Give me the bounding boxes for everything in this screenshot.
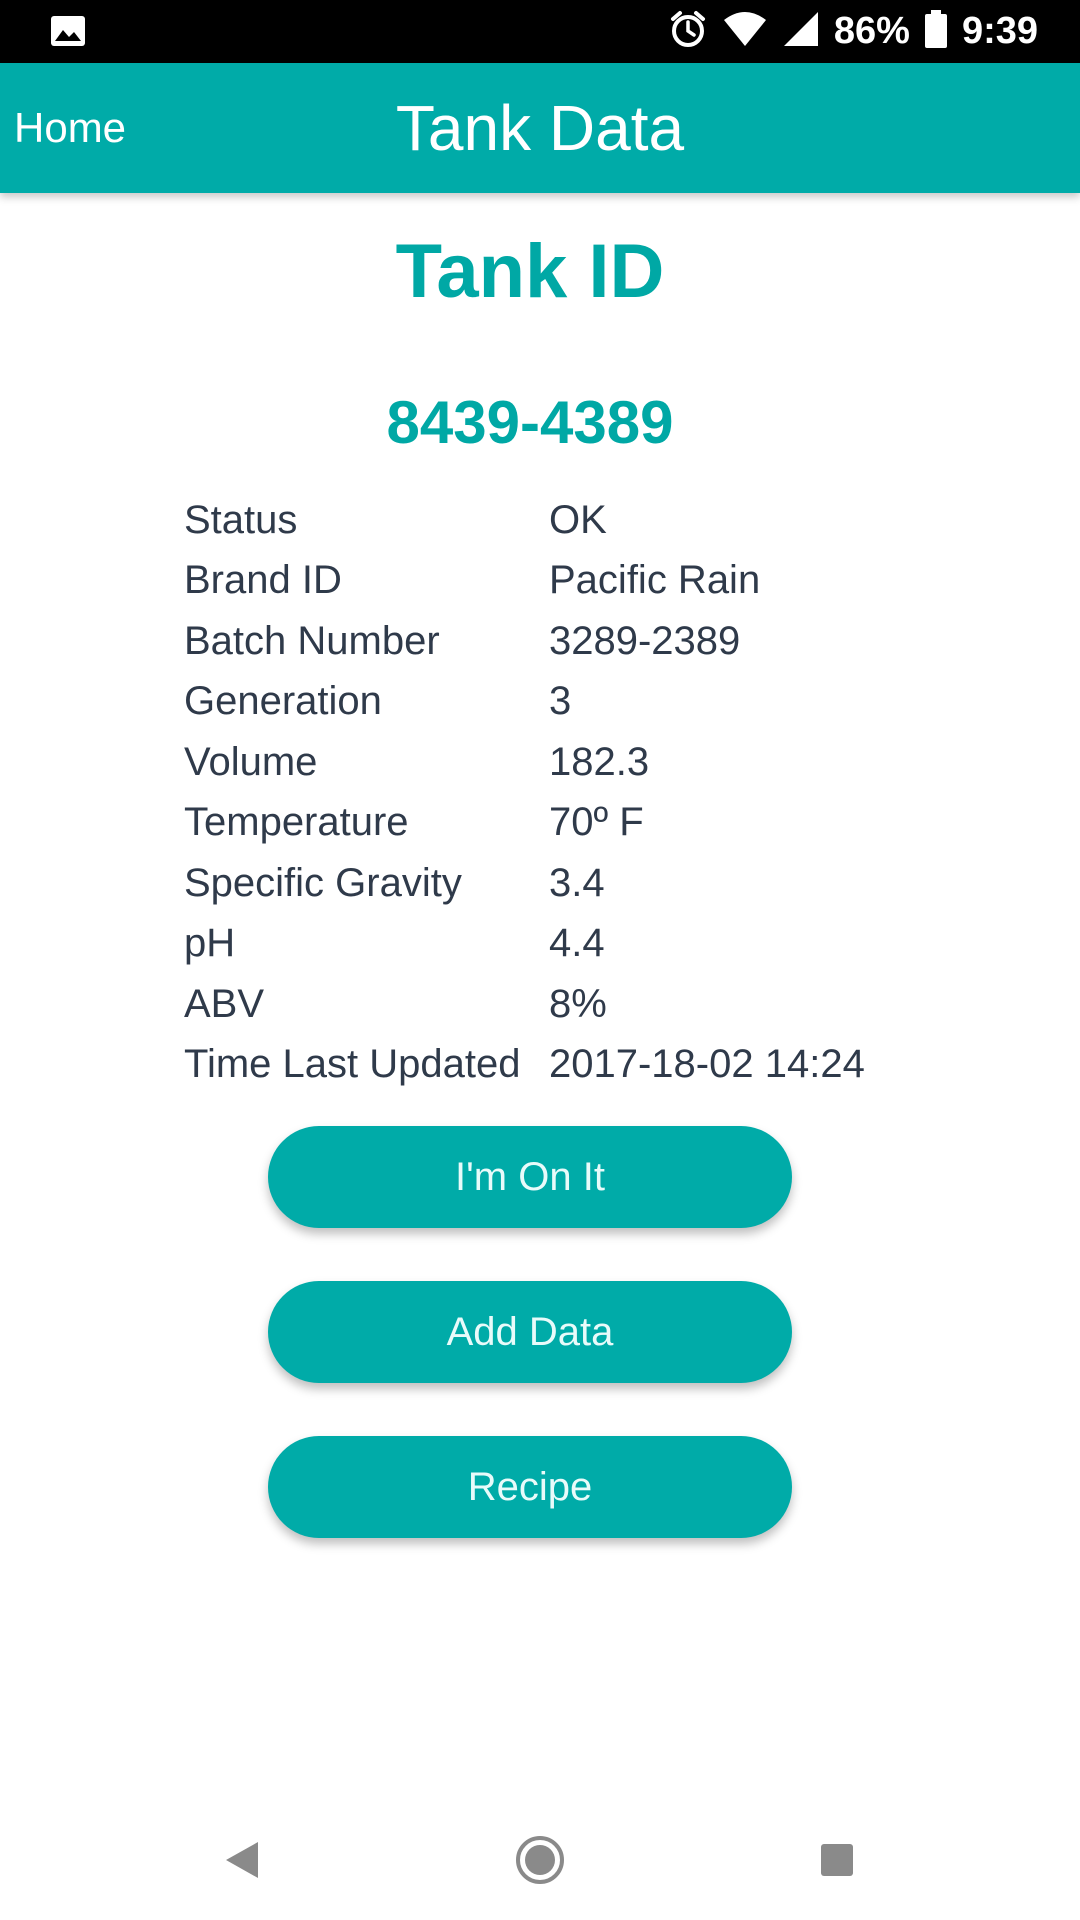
detail-value: 3 (549, 679, 572, 724)
home-link[interactable]: Home (14, 63, 126, 193)
detail-label: Generation (184, 679, 382, 724)
wifi-icon (722, 10, 768, 53)
back-icon[interactable] (202, 1820, 282, 1900)
detail-value: Pacific Rain (549, 558, 761, 603)
detail-label: Brand ID (184, 558, 342, 603)
alarm-icon (668, 9, 708, 54)
detail-label: Batch Number (184, 618, 440, 663)
tank-id-heading: Tank ID (395, 229, 665, 314)
status-bar: 86% 9:39 (0, 0, 1080, 63)
recents-icon[interactable] (797, 1820, 877, 1900)
add-data-button[interactable]: Add Data (268, 1281, 792, 1383)
detail-row-specific-gravity: Specific Gravity 3.4 (184, 853, 904, 914)
detail-row-temperature: Temperature 70º F (184, 793, 904, 854)
detail-value: OK (549, 497, 607, 542)
page-title: Tank Data (395, 92, 685, 164)
detail-value: 4.4 (549, 921, 605, 966)
tank-id-value: 8439-4389 (386, 389, 674, 456)
detail-row-volume: Volume 182.3 (184, 732, 904, 793)
detail-label: Time Last Updated (184, 1042, 521, 1087)
detail-value: 8% (549, 981, 607, 1026)
detail-value: 70º F (549, 800, 644, 845)
tank-details: Status OK Brand ID Pacific Rain Batch Nu… (184, 490, 904, 1095)
detail-value: 2017-18-02 14:24 (549, 1042, 865, 1087)
home-icon[interactable] (500, 1820, 580, 1900)
battery-icon (924, 9, 948, 54)
detail-label: ABV (184, 981, 265, 1026)
detail-label: Status (184, 497, 298, 542)
clock: 9:39 (961, 10, 1038, 52)
detail-row-time-last-updated: Time Last Updated 2017-18-02 14:24 (184, 1035, 904, 1096)
detail-row-brand-id: Brand ID Pacific Rain (184, 551, 904, 612)
signal-icon (782, 10, 820, 53)
detail-value: 3289-2389 (549, 618, 741, 663)
detail-row-ph: pH 4.4 (184, 914, 904, 975)
app-bar: Home Tank Data (0, 63, 1080, 193)
recipe-button[interactable]: Recipe (268, 1436, 792, 1538)
image-icon (50, 15, 86, 47)
detail-label: Specific Gravity (184, 860, 462, 905)
detail-row-abv: ABV 8% (184, 974, 904, 1035)
system-nav-bar (0, 1800, 1080, 1920)
detail-row-status: Status OK (184, 490, 904, 551)
detail-label: pH (184, 921, 236, 966)
detail-label: Temperature (184, 800, 409, 845)
detail-label: Volume (184, 739, 318, 784)
detail-row-batch-number: Batch Number 3289-2389 (184, 611, 904, 672)
detail-row-generation: Generation 3 (184, 672, 904, 733)
battery-percent: 86% (833, 10, 910, 52)
im-on-it-button[interactable]: I'm On It (268, 1126, 792, 1228)
detail-value: 3.4 (549, 860, 605, 905)
detail-value: 182.3 (549, 739, 650, 784)
